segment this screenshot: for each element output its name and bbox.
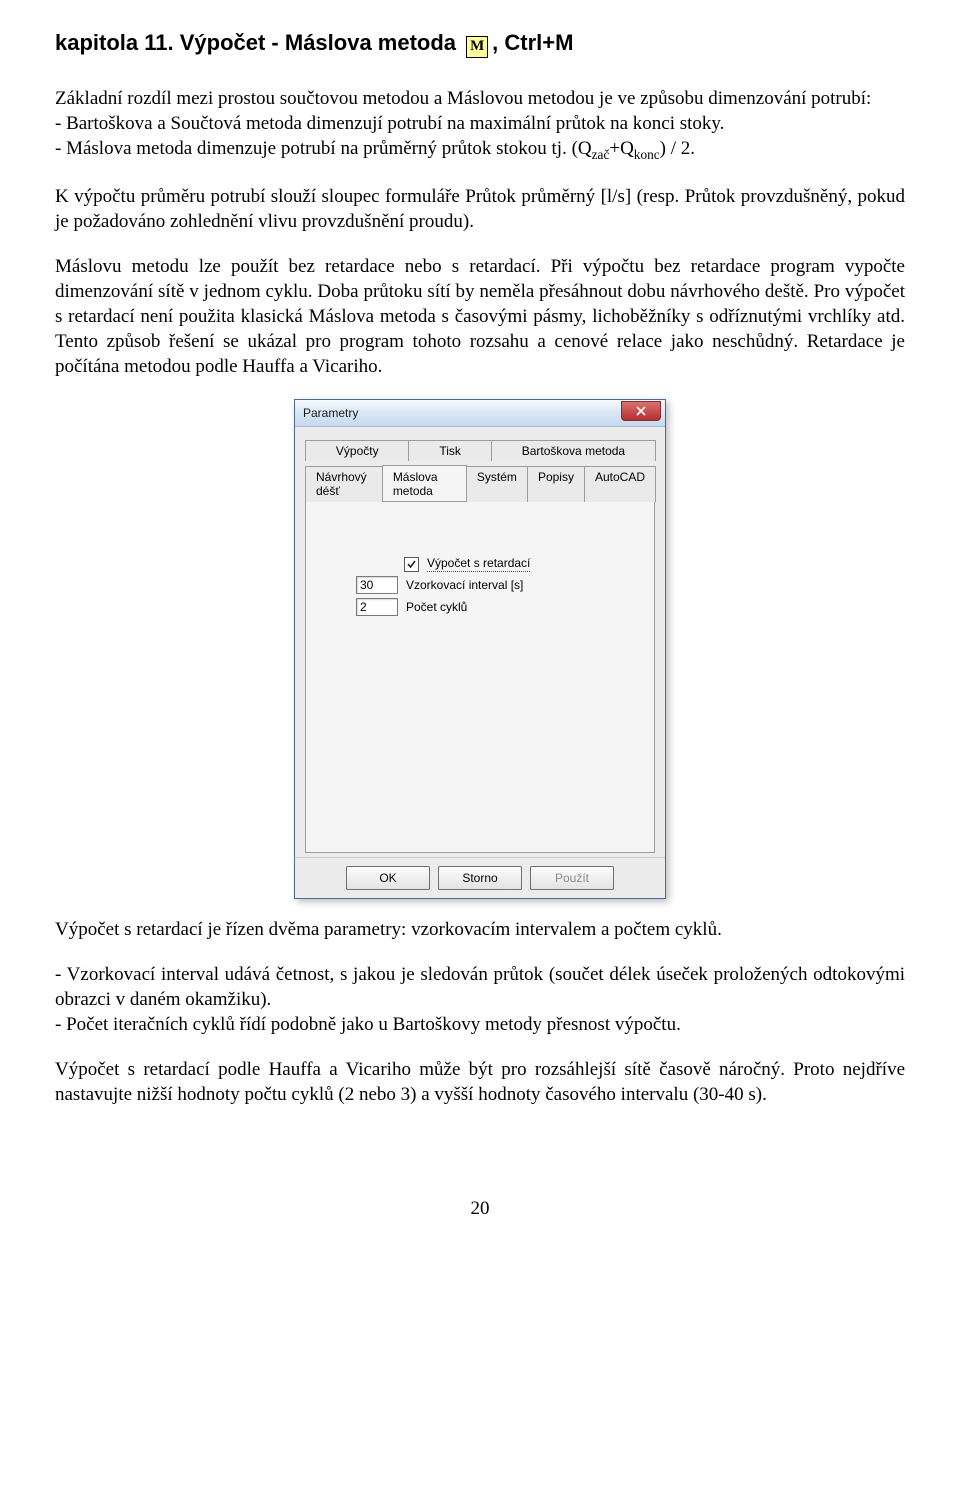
cancel-button[interactable]: Storno (438, 866, 522, 890)
paragraph-5: - Vzorkovací interval udává četnost, s j… (55, 962, 905, 1037)
m-icon: M (466, 36, 488, 58)
paragraph-6: Výpočet s retardací podle Hauffa a Vicar… (55, 1057, 905, 1107)
tab-row-2: Návrhový déšť Máslova metoda Systém Popi… (305, 465, 655, 502)
heading-prefix: kapitola 11. Výpočet - Máslova metoda (55, 30, 456, 55)
paragraph-3: Máslovu metodu lze použít bez retardace … (55, 254, 905, 379)
paragraph-4: Výpočet s retardací je řízen dvěma param… (55, 917, 905, 942)
parameters-dialog: Parametry Výpočty Tisk Bartoškova metoda… (294, 399, 666, 899)
dialog-button-row: OK Storno Použít (295, 857, 665, 898)
interval-label: Vzorkovací interval [s] (406, 578, 523, 592)
cycles-label: Počet cyklů (406, 600, 467, 614)
ok-button[interactable]: OK (346, 866, 430, 890)
close-icon (635, 406, 647, 416)
tab-panel-maslova: Výpočet s retardací Vzorkovací interval … (305, 502, 655, 853)
retardace-checkbox[interactable] (404, 557, 419, 572)
tab-bartoskova[interactable]: Bartoškova metoda (491, 440, 656, 461)
cycles-input[interactable] (356, 598, 398, 616)
page-number: 20 (55, 1198, 905, 1220)
tab-maslova-metoda[interactable]: Máslova metoda (382, 465, 467, 501)
tab-row-1: Výpočty Tisk Bartoškova metoda (305, 439, 655, 461)
tab-popisy[interactable]: Popisy (527, 466, 585, 502)
tab-tisk[interactable]: Tisk (408, 440, 491, 461)
retardace-label: Výpočet s retardací (427, 556, 530, 572)
dialog-close-button[interactable] (621, 401, 661, 421)
tab-system[interactable]: Systém (466, 466, 528, 502)
paragraph-2: K výpočtu průměru potrubí slouží sloupec… (55, 184, 905, 234)
interval-input[interactable] (356, 576, 398, 594)
dialog-title: Parametry (303, 406, 358, 420)
apply-button[interactable]: Použít (530, 866, 614, 890)
checkmark-icon (406, 559, 417, 570)
tab-vypocty[interactable]: Výpočty (305, 440, 409, 461)
tab-autocad[interactable]: AutoCAD (584, 466, 656, 502)
chapter-heading: kapitola 11. Výpočet - Máslova metoda M,… (55, 30, 905, 58)
tab-navrhovy-dest[interactable]: Návrhový déšť (305, 466, 383, 502)
dialog-titlebar[interactable]: Parametry (295, 400, 665, 427)
heading-suffix: , Ctrl+M (492, 30, 573, 55)
paragraph-intro: Základní rozdíl mezi prostou součtovou m… (55, 86, 905, 164)
